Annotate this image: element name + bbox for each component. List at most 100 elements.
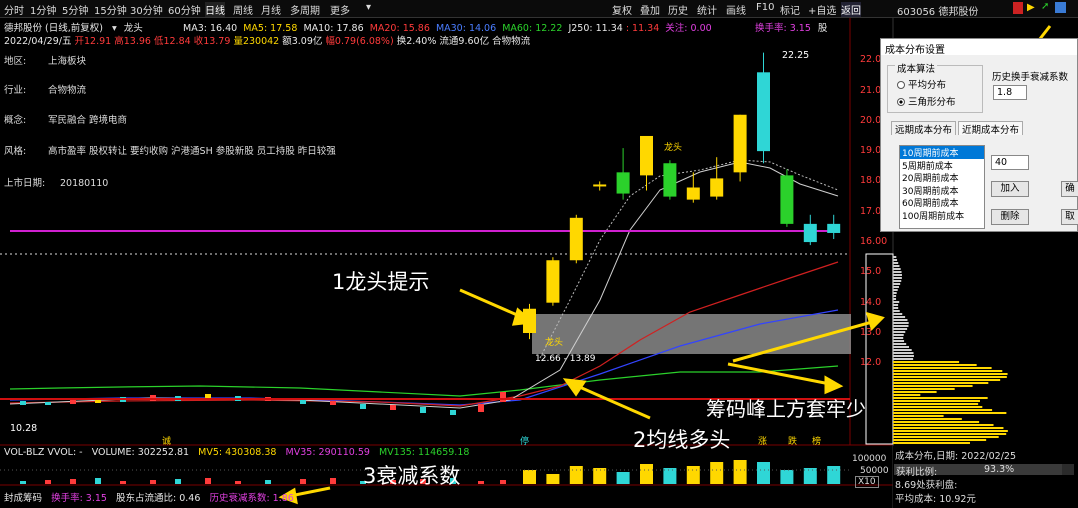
arrow-4a-head: [865, 311, 885, 331]
chip-bar: [893, 364, 977, 366]
volume-bar: [95, 478, 101, 484]
chip-bar: [893, 283, 901, 285]
amount-value: 额3.09亿: [282, 36, 323, 47]
candle-body: [803, 223, 817, 243]
arrow-2-head: [562, 378, 587, 397]
chip-bar: [893, 385, 973, 387]
chip-turn: 换手率: 3.15: [51, 493, 107, 504]
period-list[interactable]: 10周期前成本 5周期前成本 20周期前成本 30周期前成本 60周期前成本 1…: [899, 145, 985, 229]
fin-row-industry: 行业: 合物物流: [4, 82, 86, 96]
period-input[interactable]: 40: [991, 155, 1029, 170]
volume-bar: [120, 481, 126, 484]
chip-bar: [893, 310, 900, 312]
chip-bar: [893, 298, 897, 300]
stock-title-row: 德邦股份 (日线,前复权) ▾ 龙头: [4, 20, 143, 34]
radio-triangle[interactable]: 三角形分布: [897, 94, 956, 108]
chip-bar: [893, 340, 905, 342]
fin-label: 行业:: [4, 85, 27, 96]
list-item[interactable]: 60周期前成本: [900, 196, 984, 209]
more-label: 股: [817, 23, 828, 34]
candle-body: [569, 217, 583, 261]
chip-bar: [893, 427, 1004, 429]
candle-body: [733, 114, 747, 173]
chip-bar: [893, 373, 1008, 375]
avg-cost-line: 平均成本: 10.92元: [895, 494, 976, 505]
low-label: 10.28: [10, 423, 38, 434]
chip-bar: [893, 325, 909, 327]
candles-group: [523, 52, 841, 340]
sector-value: 合物物流: [492, 36, 531, 47]
annotation-dragon-hint: 1龙头提示: [332, 270, 430, 294]
delete-button[interactable]: 删除: [991, 209, 1029, 225]
chip-bar: [893, 316, 906, 318]
cost-distribution-dialog: 成本分布设置 成本算法 平均分布 三角形分布 历史换手衰减系数 1.8 远期成本…: [880, 38, 1078, 232]
candle-body: [710, 178, 724, 197]
tab-near-cost[interactable]: 近期成本分布: [958, 121, 1024, 136]
volume-bar: [803, 468, 817, 484]
fin-row-style: 风格: 高市盈率 股权转让 要约收购 沪港通SH 参股新股 员工持股 昨日较强: [4, 143, 336, 157]
annotation-ma-bull: 2均线多头: [633, 428, 731, 452]
price-axis-label: 13.0: [860, 327, 882, 338]
volume-bar: [616, 472, 630, 484]
vol-mv5: MV5: 430308.38: [198, 447, 277, 458]
ma-row: MA3: 16.40 MA5: 17.58 MA10: 17.86 MA20: …: [183, 20, 712, 34]
profit-line: 8.69处获利盘:: [895, 480, 958, 491]
radio-average[interactable]: 平均分布: [897, 77, 946, 91]
volume-bar: [175, 479, 181, 484]
list-item[interactable]: 100周期前成本: [900, 209, 984, 222]
volume-bar: [265, 480, 271, 484]
chip-bar: [893, 436, 999, 438]
chip-bar: [893, 352, 914, 354]
chip-bar: [893, 334, 904, 336]
ma-green-line: [9, 365, 839, 397]
volume-bar: [827, 466, 841, 484]
fin-label: 风格:: [4, 146, 27, 157]
fin-value: 军民融合 跨境电商: [48, 115, 128, 126]
tab-far-cost[interactable]: 远期成本分布: [891, 121, 957, 136]
add-button[interactable]: 加入: [991, 181, 1029, 197]
chip-bar: [893, 295, 897, 297]
chip-bar: [893, 256, 897, 258]
mark-3[interactable]: 涨: [758, 434, 767, 447]
list-item[interactable]: 5周期前成本: [900, 159, 984, 172]
mark-5[interactable]: 榜: [812, 434, 821, 447]
volume-panel-header: VOL-BLZ VVOL: - VOLUME: 302252.81 MV5: 4…: [4, 447, 469, 458]
profit-ratio-label: 获利比例:: [896, 467, 938, 478]
fin-label: 概念:: [4, 115, 27, 126]
chip-bar: [893, 388, 955, 390]
close-value: 收13.79: [193, 36, 231, 47]
profit-ratio-bar: 获利比例: 93.3%: [894, 464, 1074, 478]
list-item[interactable]: 30周期前成本: [900, 184, 984, 197]
volume-value: 量230042: [233, 36, 280, 47]
annotation-chip-peak: 筹码峰上方套牢少: [706, 397, 866, 421]
chip-bar: [893, 301, 900, 303]
vol-axis-3[interactable]: X10: [855, 476, 879, 488]
mark-4[interactable]: 跌: [788, 434, 797, 447]
chip-bar: [893, 343, 907, 345]
list-item[interactable]: 20周期前成本: [900, 171, 984, 184]
chip-bar: [893, 286, 899, 288]
chip-bar: [893, 262, 899, 264]
chip-bar: [893, 442, 970, 444]
chip-bar: [893, 274, 902, 276]
chip-bar: [893, 307, 899, 309]
mark-2[interactable]: 停: [520, 434, 529, 447]
fin-value: 20180110: [60, 178, 109, 189]
chip-bar: [893, 370, 1003, 372]
fin-value: 上海板块: [48, 56, 87, 67]
volume-bar: [663, 468, 677, 484]
turnover-pct: 换2.40%: [396, 36, 437, 47]
radio-icon: [897, 81, 905, 89]
ok-button[interactable]: 确: [1061, 181, 1078, 197]
dragon-small-label: 龙头: [664, 143, 683, 153]
turnover-row: 换手率: 3.15 股: [755, 20, 827, 34]
fin-label: 地区:: [4, 56, 27, 67]
decay-input[interactable]: 1.8: [993, 85, 1027, 100]
volume-bar: [478, 481, 484, 484]
list-item[interactable]: 10周期前成本: [900, 146, 984, 159]
mark-1[interactable]: 诚: [162, 434, 171, 447]
fin-row-concept: 概念: 军民融合 跨境电商: [4, 112, 127, 126]
fin-label: 上市日期:: [4, 178, 46, 189]
cancel-button[interactable]: 取: [1061, 209, 1078, 225]
price-axis-label: 18.0: [860, 175, 882, 187]
